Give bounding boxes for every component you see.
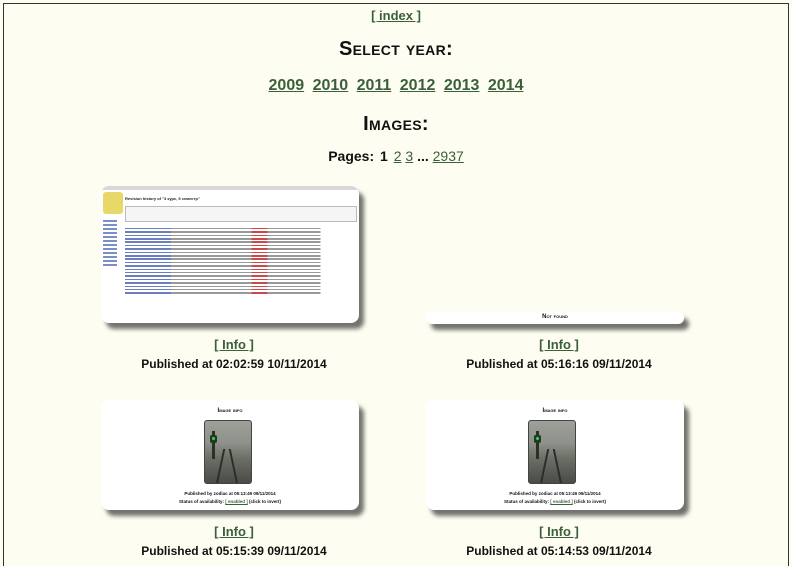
pagination: Pages: 1 2 3 ... 2937 [0,148,792,164]
year-links: 2009 2010 2011 2012 2013 2014 [0,77,792,95]
image-info-title: Image info [217,408,243,414]
preview-browser-bar [101,186,359,190]
index-link-row: [ index ] [0,8,792,23]
published-2: Published at 05:16:16 09/11/2014 [466,357,652,371]
pages-ellipsis: ... [417,148,429,164]
image-info-title: Image info [542,408,568,414]
year-link-2010[interactable]: 2010 [313,77,349,94]
page-link-3[interactable]: 3 [405,148,413,164]
preview-logo [103,192,123,214]
image-thumbnail-3[interactable]: Image info Published by zodiac at 05:13:… [101,400,359,510]
year-link-2012[interactable]: 2012 [400,77,436,94]
preview-sidebar [103,218,121,308]
year-link-2014[interactable]: 2014 [488,77,524,94]
railway-photo-icon [204,420,252,484]
status-toggle-link[interactable]: [ enabled ] [225,499,248,504]
preview-title: Revision history of "3 курс, 5 семестр" [125,196,200,201]
current-page: 1 [380,148,388,164]
image-info-published: Published by zodiac at 05:13:49 09/11/20… [509,491,601,496]
published-3: Published at 05:15:39 09/11/2014 [141,544,327,558]
info-link-1[interactable]: [ Info ] [214,337,254,352]
year-link-2013[interactable]: 2013 [444,77,480,94]
images-heading: Images: [363,113,429,135]
published-4: Published at 05:14:53 09/11/2014 [466,544,652,558]
wiki-screenshot-preview: Revision history of "3 курс, 5 семестр" [101,186,359,323]
info-link-2[interactable]: [ Info ] [539,337,579,352]
info-row-4: [ Info ] [426,524,692,539]
railway-photo-icon [528,420,576,484]
info-row-3: [ Info ] [101,524,367,539]
page-link-2[interactable]: 2 [394,148,402,164]
image-info-published: Published by zodiac at 05:13:49 09/11/20… [184,491,276,496]
preview-revision-list [125,226,355,296]
year-link-2009[interactable]: 2009 [269,77,305,94]
info-row-1: [ Info ] [101,337,367,352]
index-link[interactable]: [ index ] [371,8,421,23]
pages-label: Pages: [328,148,375,164]
status-toggle-link[interactable]: [ enabled ] [550,499,573,504]
image-thumbnail-2[interactable]: Not found [426,312,684,324]
image-thumbnail-4[interactable]: Image info Published by zodiac at 05:13:… [426,400,684,510]
info-row-2: [ Info ] [426,337,692,352]
preview-filter-box [125,206,357,222]
not-found-label: Not found [542,314,568,320]
image-thumbnail-1[interactable]: Revision history of "3 курс, 5 семестр" [101,186,359,323]
info-link-3[interactable]: [ Info ] [214,524,254,539]
image-info-status: Status of availability: [ enabled ] (cli… [503,499,607,504]
page-link-last[interactable]: 2937 [433,148,464,164]
year-link-2011[interactable]: 2011 [357,77,392,94]
select-year-heading: Select year: [339,38,453,60]
image-info-status: Status of availability: [ enabled ] (cli… [178,499,282,504]
published-1: Published at 02:02:59 10/11/2014 [141,357,327,371]
info-link-4[interactable]: [ Info ] [539,524,579,539]
